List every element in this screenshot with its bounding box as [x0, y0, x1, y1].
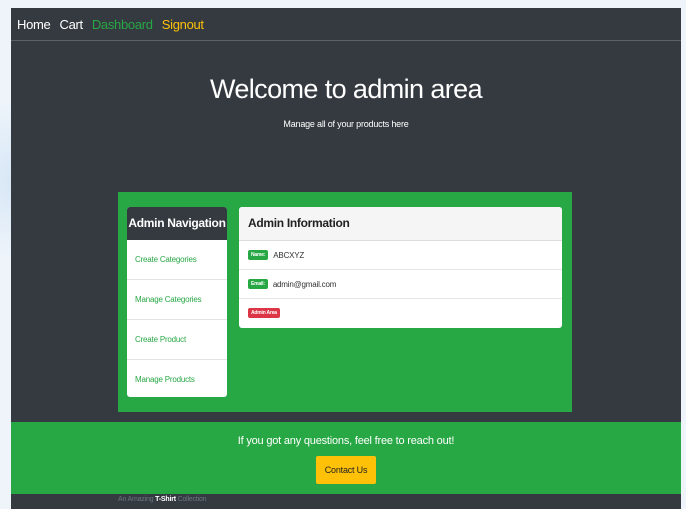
nav-signout-link[interactable]: Signout: [162, 17, 204, 32]
admin-nav-manage-products[interactable]: Manage Products: [127, 360, 227, 397]
admin-information-card: Admin Information Name: ABCXYZ Email: ad…: [239, 207, 562, 328]
tagline-brand: T-Shirt: [155, 496, 176, 503]
nav-home-link[interactable]: Home: [17, 17, 51, 32]
page-title: Welcome to admin area: [209, 74, 483, 104]
nav-cart-link[interactable]: Cart: [59, 17, 83, 32]
admin-navigation-header: Admin Navigation: [127, 207, 227, 240]
jumbotron: Welcome to admin area Manage all of your…: [11, 74, 681, 129]
app-window: Home Cart Dashboard Signout Welcome to a…: [11, 8, 681, 509]
admin-nav-create-categories[interactable]: Create Categories: [127, 240, 227, 280]
tagline-prefix: An Amazing: [118, 496, 154, 503]
admin-area-row: Admin Area: [239, 299, 562, 327]
admin-information-header: Admin Information: [239, 207, 562, 241]
footer: If you got any questions, feel free to r…: [11, 422, 681, 494]
name-badge: Name:: [248, 250, 269, 260]
nav-dashboard-link[interactable]: Dashboard: [92, 17, 153, 32]
footer-tagline: An Amazing T-Shirt Collection: [118, 496, 207, 503]
admin-email-row: Email: admin@gmail.com: [239, 270, 562, 299]
admin-name-value: ABCXYZ: [273, 250, 305, 260]
admin-nav-create-product[interactable]: Create Product: [127, 320, 227, 360]
email-badge: Email:: [248, 279, 268, 289]
admin-email-value: admin@gmail.com: [272, 279, 337, 289]
contact-us-button[interactable]: Contact Us: [315, 456, 377, 484]
page-subtitle: Manage all of your products here: [283, 119, 409, 129]
admin-navigation-card: Admin Navigation Create Categories Manag…: [127, 207, 227, 397]
top-navbar: Home Cart Dashboard Signout: [11, 8, 681, 41]
admin-name-row: Name: ABCXYZ: [239, 241, 562, 270]
admin-nav-manage-categories[interactable]: Manage Categories: [127, 280, 227, 320]
tagline-suffix: Collection: [177, 496, 207, 503]
admin-area-badge: Admin Area: [248, 308, 280, 318]
bottom-bar: An Amazing T-Shirt Collection: [11, 494, 681, 509]
admin-panel: Admin Navigation Create Categories Manag…: [118, 192, 572, 412]
footer-message: If you got any questions, feel free to r…: [237, 435, 455, 447]
